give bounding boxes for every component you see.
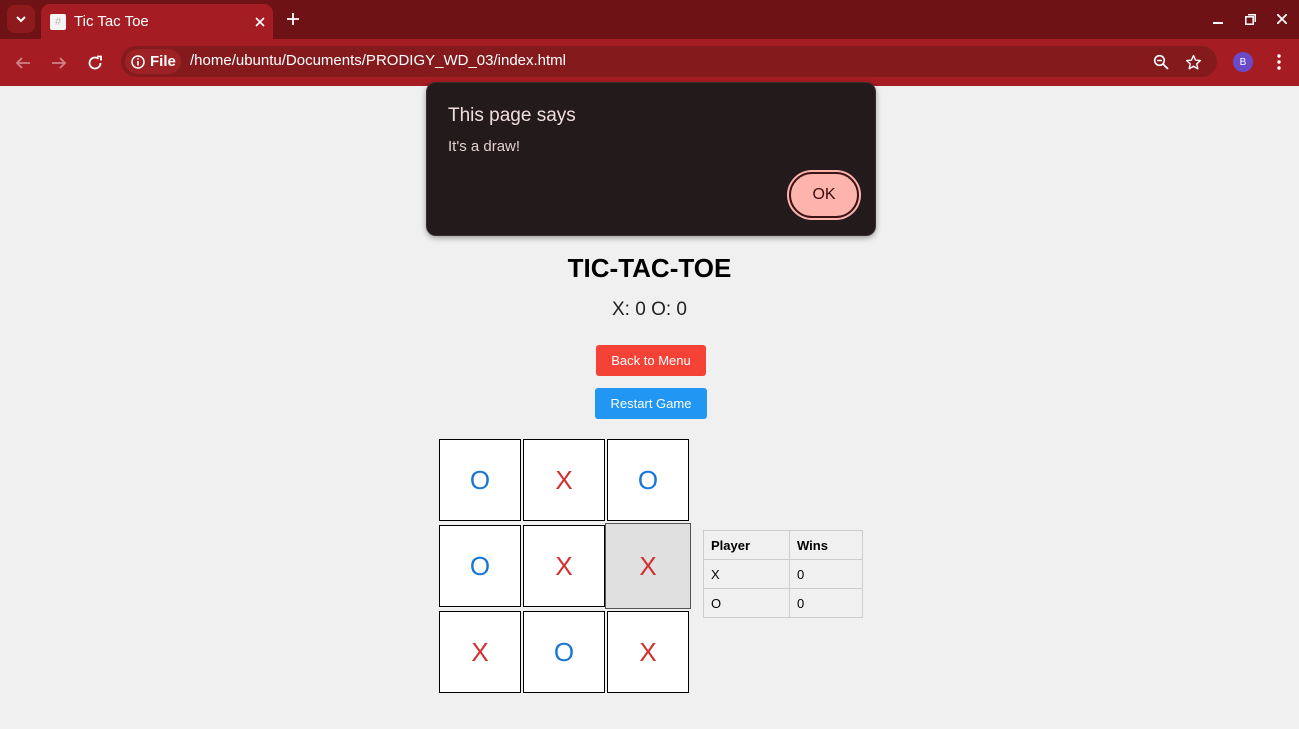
- board-cell-8[interactable]: O: [523, 611, 605, 693]
- profile-avatar[interactable]: B: [1233, 52, 1253, 72]
- ok-button[interactable]: OK: [789, 172, 859, 218]
- zoom-button[interactable]: [1150, 51, 1172, 73]
- plus-icon: [287, 13, 299, 25]
- column-header-wins: Wins: [789, 530, 863, 560]
- table-header-row: Player Wins: [703, 530, 863, 560]
- table-row: O 0: [703, 588, 863, 618]
- info-icon: [131, 54, 145, 69]
- table-row: X 0: [703, 559, 863, 589]
- tab-close-button[interactable]: [247, 16, 273, 27]
- reload-icon: [88, 55, 102, 70]
- dialog-title: This page says: [448, 105, 576, 126]
- browser-menu-button[interactable]: [1268, 51, 1290, 73]
- url-text[interactable]: /home/ubuntu/Documents/PRODIGY_WD_03/ind…: [190, 52, 566, 69]
- close-icon: [1277, 14, 1287, 24]
- back-to-menu-button[interactable]: Back to Menu: [596, 345, 706, 376]
- board-cell-4[interactable]: O: [439, 525, 521, 607]
- game-title: TIC-TAC-TOE: [567, 253, 732, 283]
- dialog-message: It's a draw!: [448, 138, 521, 155]
- board-cell-7[interactable]: X: [439, 611, 521, 693]
- arrow-right-icon: [52, 57, 67, 69]
- star-icon: [1185, 54, 1201, 69]
- bookmark-button[interactable]: [1182, 51, 1204, 73]
- minimize-button[interactable]: [1208, 9, 1228, 29]
- board-cell-5[interactable]: X: [523, 525, 605, 607]
- board-cell-2[interactable]: X: [523, 439, 605, 521]
- player-cell: X: [703, 559, 790, 589]
- chevron-down-icon: [16, 16, 26, 23]
- file-chip-label: File: [150, 53, 176, 70]
- browser-titlebar: # Tic Tac Toe: [0, 0, 1299, 39]
- page-favicon-icon: #: [50, 13, 66, 30]
- forward-button[interactable]: [45, 49, 73, 77]
- board-cell-9[interactable]: X: [607, 611, 689, 693]
- column-header-player: Player: [703, 530, 790, 560]
- player-cell: O: [703, 588, 790, 618]
- browser-toolbar: File /home/ubuntu/Documents/PRODIGY_WD_0…: [0, 39, 1299, 86]
- board-cell-6[interactable]: X: [605, 523, 691, 609]
- browser-tab[interactable]: # Tic Tac Toe: [41, 4, 273, 39]
- restart-game-button[interactable]: Restart Game: [595, 388, 707, 419]
- tab-title: Tic Tac Toe: [74, 13, 149, 30]
- board-cell-3[interactable]: O: [607, 439, 689, 521]
- arrow-left-icon: [15, 57, 30, 69]
- address-bar[interactable]: File /home/ubuntu/Documents/PRODIGY_WD_0…: [121, 46, 1217, 77]
- back-button[interactable]: [9, 49, 37, 77]
- close-icon: [255, 16, 265, 27]
- zoom-out-icon: [1153, 54, 1169, 70]
- wins-cell: 0: [789, 588, 863, 618]
- tab-search-button[interactable]: [7, 5, 35, 33]
- wins-table: Player Wins X 0 O 0: [703, 530, 863, 618]
- restore-icon: [1244, 13, 1256, 25]
- new-tab-button[interactable]: [280, 6, 306, 32]
- minimize-icon: [1213, 22, 1223, 24]
- board-cell-1[interactable]: O: [439, 439, 521, 521]
- alert-dialog: This page says It's a draw! OK: [426, 82, 876, 236]
- close-window-button[interactable]: [1272, 9, 1292, 29]
- more-vertical-icon: [1277, 54, 1281, 70]
- score-display: X: 0 O: 0: [612, 299, 687, 320]
- wins-cell: 0: [789, 559, 863, 589]
- site-info-chip[interactable]: File: [125, 49, 181, 74]
- restore-button[interactable]: [1240, 9, 1260, 29]
- reload-button[interactable]: [81, 49, 109, 77]
